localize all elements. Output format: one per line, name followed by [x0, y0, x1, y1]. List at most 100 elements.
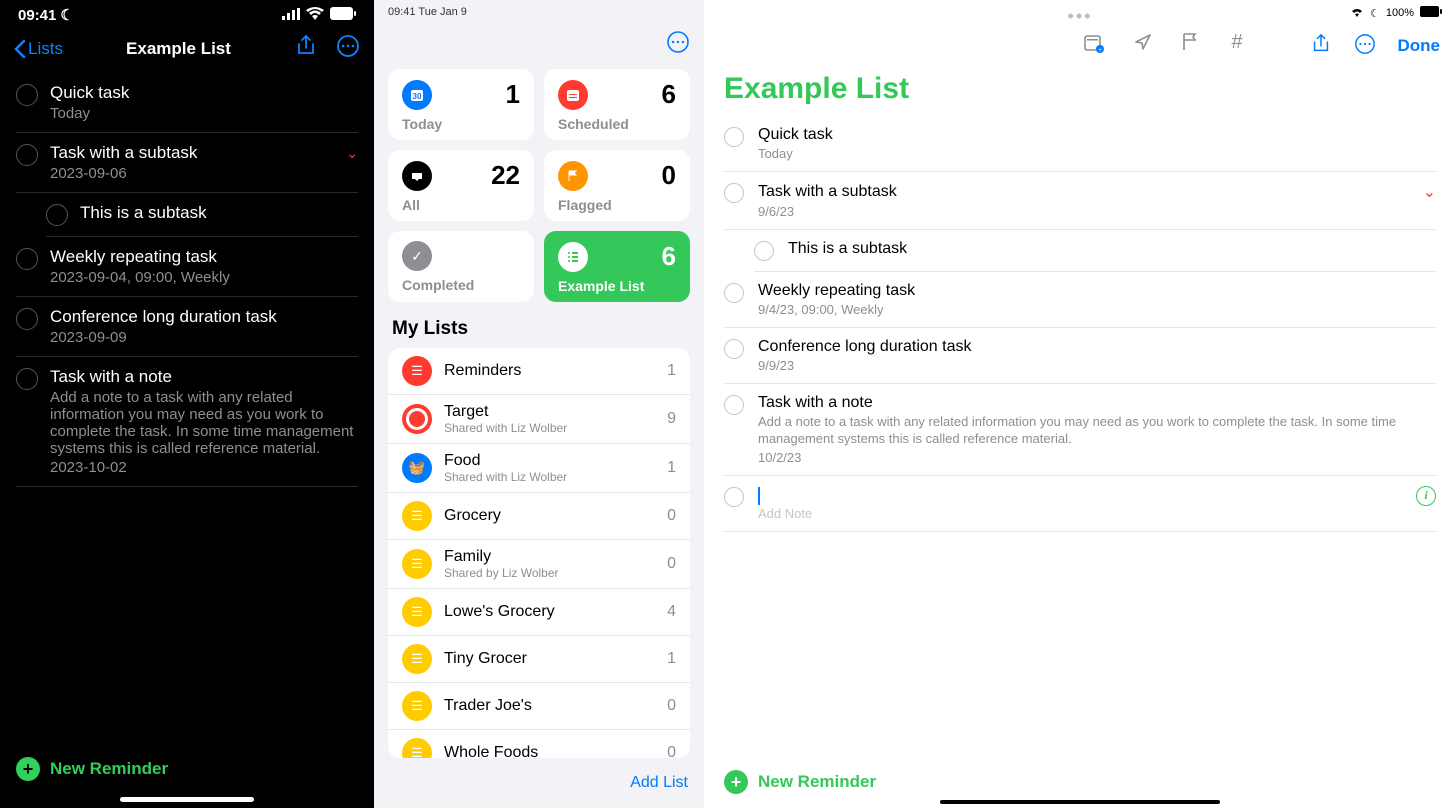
plus-icon: +: [16, 757, 40, 781]
task-radio[interactable]: [724, 127, 744, 147]
task-radio[interactable]: [16, 84, 38, 106]
chevron-down-icon[interactable]: ⌄: [346, 145, 358, 162]
smart-example-list[interactable]: 6Example List: [544, 231, 690, 302]
tag-icon[interactable]: #: [1227, 32, 1247, 60]
task-sub: 10/2/23: [758, 450, 1436, 465]
location-icon[interactable]: [1133, 32, 1153, 60]
home-indicator[interactable]: [940, 800, 1220, 804]
list-item[interactable]: ☰Whole Foods0: [388, 730, 690, 758]
list-item[interactable]: ☰Lowe's Grocery4: [388, 589, 690, 636]
flag-icon[interactable]: [1181, 32, 1199, 60]
list-count: 0: [667, 507, 676, 525]
list-shared: Shared by Liz Wolber: [444, 566, 655, 580]
today-label: Today: [402, 116, 520, 132]
back-button[interactable]: Lists: [14, 39, 63, 59]
add-list-button[interactable]: Add List: [630, 774, 688, 791]
back-label: Lists: [28, 39, 63, 59]
task-title: Quick task: [758, 126, 1436, 144]
plus-icon: +: [724, 770, 748, 794]
add-note-placeholder[interactable]: Add Note: [758, 506, 1436, 521]
smart-flagged[interactable]: 0 Flagged: [544, 150, 690, 221]
main-task-list[interactable]: Quick taskToday Task with a subtask⌄9/6/…: [704, 116, 1456, 532]
phone-panel: 09:41 ☾ Lists Example List: [0, 0, 374, 808]
task-radio[interactable]: [16, 308, 38, 330]
task-row[interactable]: Weekly repeating task9/4/23, 09:00, Week…: [724, 272, 1436, 328]
list-item[interactable]: 🧺FoodShared with Liz Wolber1: [388, 444, 690, 493]
list-item[interactable]: ☰Tiny Grocer1: [388, 636, 690, 683]
list-item[interactable]: ☰Grocery0: [388, 493, 690, 540]
signal-icon: [282, 7, 300, 24]
wifi-icon: [306, 7, 324, 24]
list-name: Tiny Grocer: [444, 650, 655, 668]
list-count: 0: [667, 697, 676, 715]
task-row-subtask[interactable]: This is a subtask: [46, 193, 358, 237]
completed-label: Completed: [402, 277, 520, 293]
flagged-count: 0: [662, 160, 676, 191]
task-radio[interactable]: [754, 241, 774, 261]
list-item[interactable]: ☰Trader Joe's0: [388, 683, 690, 730]
chevron-down-icon[interactable]: ⌄: [1423, 182, 1436, 202]
more-icon[interactable]: [336, 34, 360, 63]
battery-percent: 100%: [1386, 7, 1414, 19]
flagged-label: Flagged: [558, 197, 676, 213]
done-button[interactable]: Done: [1398, 36, 1441, 56]
task-title: This is a subtask: [788, 240, 1436, 258]
task-radio[interactable]: [724, 283, 744, 303]
task-row[interactable]: Quick taskToday: [724, 116, 1436, 172]
task-sub: 9/6/23: [758, 204, 1436, 219]
share-icon[interactable]: [1310, 33, 1332, 60]
share-icon[interactable]: [294, 34, 318, 63]
smart-all[interactable]: 22All: [388, 150, 534, 221]
task-row[interactable]: Task with a noteAdd a note to a task wit…: [16, 357, 358, 487]
task-row[interactable]: Conference long duration task2023-09-09: [16, 297, 358, 357]
smart-lists-grid: 301Today 6Scheduled 22All 0 Flagged ✓ Comp…: [374, 69, 704, 302]
task-radio[interactable]: [724, 487, 744, 507]
multitask-dots-icon[interactable]: •••: [1068, 6, 1093, 27]
list-icon: ☰: [402, 644, 432, 674]
list-item[interactable]: ☰FamilyShared by Liz Wolber0: [388, 540, 690, 589]
task-row[interactable]: Conference long duration task9/9/23: [724, 328, 1436, 384]
phone-status-bar: 09:41 ☾: [0, 0, 374, 24]
list-icon: ☰: [402, 356, 432, 386]
home-indicator[interactable]: [120, 797, 254, 802]
calendar-icon: [558, 80, 588, 110]
task-row[interactable]: Task with a subtask⌄9/6/23: [724, 172, 1436, 230]
task-date: 2023-10-02: [50, 459, 358, 476]
smart-scheduled[interactable]: 6Scheduled: [544, 69, 690, 140]
moon-icon: ☾: [1370, 7, 1380, 20]
task-radio[interactable]: [724, 183, 744, 203]
smart-today[interactable]: 301Today: [388, 69, 534, 140]
list-item[interactable]: TargetShared with Liz Wolber9: [388, 395, 690, 444]
task-radio[interactable]: [16, 248, 38, 270]
ipad-main-pane: ••• ☾ 100% + # Done Example List Quick t…: [704, 0, 1456, 808]
task-note: Add a note to a task with any related in…: [50, 389, 358, 457]
task-radio[interactable]: [16, 144, 38, 166]
list-item[interactable]: ☰Reminders1: [388, 348, 690, 395]
text-cursor: [758, 487, 760, 505]
list-name: Trader Joe's: [444, 697, 655, 715]
phone-header: Lists Example List: [0, 24, 374, 73]
today-icon: 30: [402, 80, 432, 110]
main-toolbar: + # Done: [704, 26, 1456, 68]
more-icon[interactable]: [1354, 33, 1376, 60]
task-title: Task with a note: [50, 367, 358, 387]
all-count: 22: [491, 160, 520, 191]
calendar-keyboard-icon[interactable]: +: [1083, 32, 1105, 60]
check-icon: ✓: [402, 241, 432, 271]
task-radio[interactable]: [16, 368, 38, 390]
task-row[interactable]: Task with a subtask⌄2023-09-06: [16, 133, 358, 193]
more-icon[interactable]: [666, 30, 690, 59]
list-name: Lowe's Grocery: [444, 603, 655, 621]
task-row[interactable]: Quick taskToday: [16, 73, 358, 133]
new-reminder-button[interactable]: + New Reminder: [0, 741, 374, 797]
task-radio[interactable]: [724, 395, 744, 415]
task-row-subtask[interactable]: This is a subtask: [754, 230, 1436, 272]
new-task-row[interactable]: iAdd Note: [724, 476, 1436, 532]
task-radio[interactable]: [724, 339, 744, 359]
smart-completed[interactable]: ✓ Completed: [388, 231, 534, 302]
phone-task-list[interactable]: Quick taskToday Task with a subtask⌄2023…: [0, 73, 374, 741]
task-row[interactable]: Weekly repeating task2023-09-04, 09:00, …: [16, 237, 358, 297]
task-radio[interactable]: [46, 204, 68, 226]
info-icon[interactable]: i: [1416, 486, 1436, 506]
task-row[interactable]: Task with a noteAdd a note to a task wit…: [724, 384, 1436, 476]
